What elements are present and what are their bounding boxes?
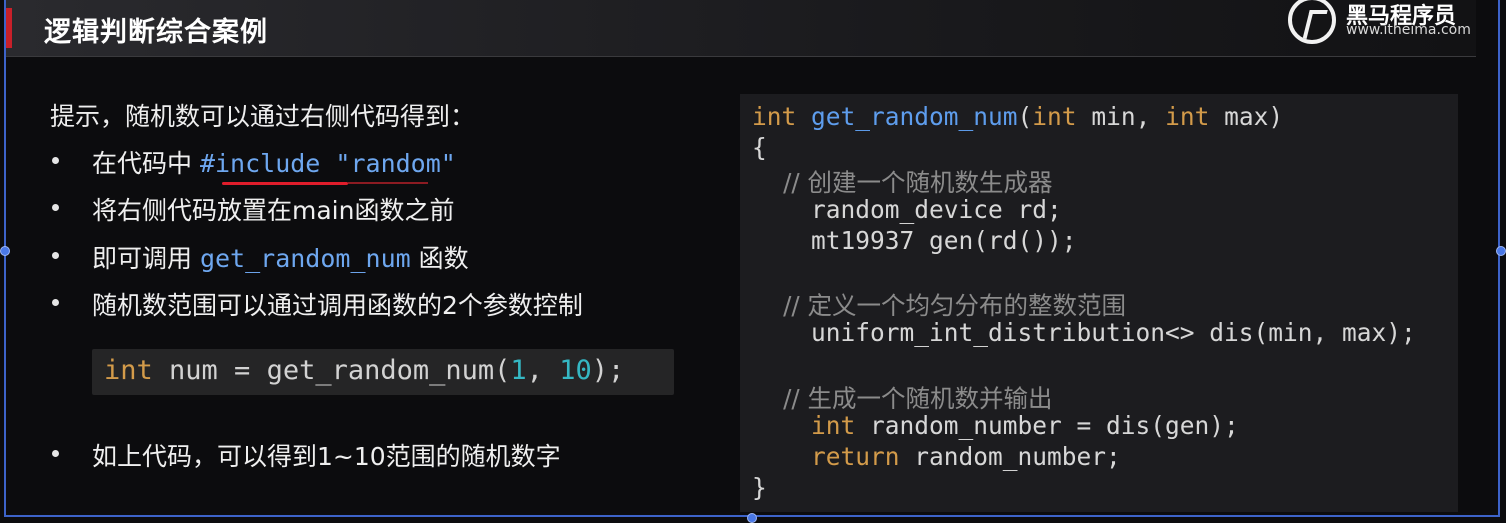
bullet-dot-icon [52, 450, 59, 457]
example-code-snippet: int num = get_random_num(1, 10); [92, 349, 674, 395]
code-line-signature: int get_random_num(int min, int max) [752, 102, 1284, 131]
slide-header: 逻辑判断综合案例 [6, 0, 1476, 57]
function-name-code: get_random_num [199, 244, 411, 273]
list-item: 如上代码，可以得到1~10范围的随机数字 [48, 437, 708, 473]
list-item: 在代码中 #include "random" [48, 144, 708, 185]
bullet-text: 即可调用 [92, 244, 200, 273]
code-line: random_device rd; [752, 195, 1062, 224]
horse-logo-icon [1288, 0, 1336, 44]
code-line: mt19937 gen(rd()); [752, 226, 1077, 255]
bullet-dot-icon [52, 157, 59, 164]
code-comment: // 定义一个均匀分布的整数范围 [752, 291, 1126, 320]
code-comment: // 生成一个随机数并输出 [752, 384, 1053, 413]
include-code: #include "random" [199, 149, 456, 178]
resize-handle-left[interactable] [0, 246, 10, 256]
logo-url: www.itheima.com [1346, 22, 1471, 38]
function-code-block: int get_random_num(int min, int max) { /… [740, 94, 1458, 512]
red-underline [222, 182, 348, 185]
list-item: 将右侧代码放置在main函数之前 [48, 191, 708, 227]
snippet-line: int num = get_random_num(1, 10); [104, 355, 625, 386]
bullet-text: 如上代码，可以得到1~10范围的随机数字 [92, 442, 561, 471]
code-comment: // 创建一个随机数生成器 [752, 168, 1053, 197]
hint-text: 提示，随机数可以通过右侧代码得到： [50, 102, 476, 131]
code-line-open-brace: { [752, 133, 767, 162]
bullet-text: 在代码中 [92, 149, 200, 178]
bullet-text: 随机数范围可以通过调用函数的2个参数控制 [92, 291, 583, 320]
brand-logo: 黑马程序员 www.itheima.com [1288, 0, 1478, 50]
code-line-close-brace: } [752, 473, 767, 502]
resize-handle-bottom[interactable] [747, 513, 757, 523]
code-line: int random_number = dis(gen); [752, 411, 1239, 440]
bullet-dot-icon [52, 299, 59, 306]
header-accent-bar [6, 8, 12, 48]
red-underline-tail [348, 182, 428, 184]
bullet-dot-icon [52, 252, 59, 259]
code-line: return random_number; [752, 442, 1121, 471]
bullet-text-suffix: 函数 [410, 244, 469, 273]
slide-title: 逻辑判断综合案例 [44, 17, 268, 48]
list-item: 随机数范围可以通过调用函数的2个参数控制 [48, 286, 708, 322]
list-item: 即可调用 get_random_num 函数 [48, 239, 708, 275]
bullet-text: 将右侧代码放置在main函数之前 [92, 196, 455, 225]
bullet-dot-icon [52, 204, 59, 211]
resize-handle-right[interactable] [1496, 246, 1506, 256]
code-line: uniform_int_distribution<> dis(min, max)… [752, 318, 1416, 347]
